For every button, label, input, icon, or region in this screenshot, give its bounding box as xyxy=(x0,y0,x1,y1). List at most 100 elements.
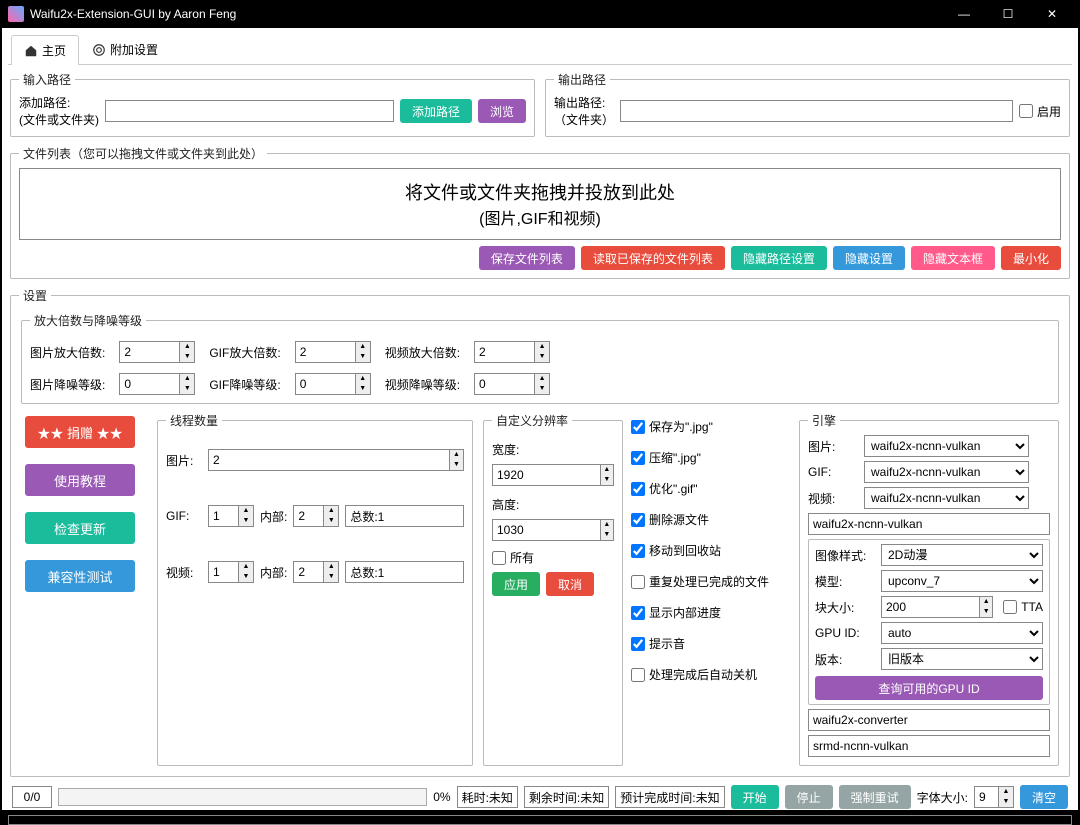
font-size-label: 字体大小: xyxy=(917,789,968,806)
vid-scale-spin[interactable]: ▲▼ xyxy=(474,341,550,363)
opt-shutdown-label: 处理完成后自动关机 xyxy=(649,666,757,683)
tutorial-button[interactable]: 使用教程 xyxy=(25,464,135,496)
eng-model-select[interactable]: upconv_7 xyxy=(881,570,1043,592)
threads-group: 线程数量 图片: ▲▼ GIF: ▲▼ 内部: ▲▼ 总数:1 视频: ▲▼ 内… xyxy=(157,412,473,766)
check-update-button[interactable]: 检查更新 xyxy=(25,512,135,544)
remain-box: 剩余时间:未知 xyxy=(524,786,609,808)
opt-optgif-checkbox[interactable] xyxy=(631,482,645,496)
start-button[interactable]: 开始 xyxy=(731,785,779,809)
opt-shutdown-checkbox[interactable] xyxy=(631,668,645,682)
eng-tile-spin[interactable]: ▲▼ xyxy=(881,596,993,618)
tab-extra[interactable]: 附加设置 xyxy=(79,34,171,64)
thread-vid-label: 视频: xyxy=(166,564,202,581)
opt-compjpg-checkbox[interactable] xyxy=(631,451,645,465)
thread-gif-spin[interactable]: ▲▼ xyxy=(208,505,254,527)
read-filelist-button[interactable]: 读取已保存的文件列表 xyxy=(581,246,725,270)
eng-style-label: 图像样式: xyxy=(815,547,875,564)
output-path-field[interactable] xyxy=(620,100,1013,122)
save-filelist-button[interactable]: 保存文件列表 xyxy=(479,246,575,270)
retry-button[interactable]: 强制重试 xyxy=(839,785,911,809)
input-path-group: 输入路径 添加路径: (文件或文件夹) 添加路径 浏览 xyxy=(10,71,535,137)
gear-icon xyxy=(92,43,106,57)
progress-bar xyxy=(58,788,427,806)
dropzone[interactable]: 将文件或文件夹拖拽并投放到此处 (图片,GIF和视频) xyxy=(19,168,1061,240)
gif-scale-spin[interactable]: ▲▼ xyxy=(295,341,371,363)
img-noise-spin[interactable]: ▲▼ xyxy=(119,373,195,395)
stop-button[interactable]: 停止 xyxy=(785,785,833,809)
minimize-button[interactable]: — xyxy=(952,2,976,26)
opt-recycle-label: 移动到回收站 xyxy=(649,542,721,559)
engine-group: 引擎 图片:waifu2x-ncnn-vulkan GIF:waifu2x-nc… xyxy=(799,412,1059,766)
donate-button[interactable]: ★★ 捐赠 ★★ xyxy=(25,416,135,448)
hide-settings-button[interactable]: 隐藏设置 xyxy=(833,246,905,270)
eng-img-select[interactable]: waifu2x-ncnn-vulkan xyxy=(864,435,1029,457)
info-textbox[interactable]: Waifu2x-Extension-GUI by Aaron Feng Vers… xyxy=(8,815,1072,825)
filelist-group: 文件列表（您可以拖拽文件或文件夹到此处） 将文件或文件夹拖拽并投放到此处 (图片… xyxy=(10,145,1070,279)
res-w-spin[interactable]: ▲▼ xyxy=(492,464,614,486)
enable-output-label: 启用 xyxy=(1037,103,1061,120)
thread-gif-inner-spin[interactable]: ▲▼ xyxy=(293,505,339,527)
eng-model-label: 模型: xyxy=(815,573,875,590)
eng-ver-select[interactable]: 旧版本 xyxy=(881,648,1043,670)
res-all-checkbox[interactable] xyxy=(492,551,506,565)
res-cancel-button[interactable]: 取消 xyxy=(546,572,594,596)
close-button[interactable]: ✕ xyxy=(1040,2,1064,26)
minimize-filelist-button[interactable]: 最小化 xyxy=(1001,246,1061,270)
hide-textbox-button[interactable]: 隐藏文本框 xyxy=(911,246,995,270)
thread-vid-spin[interactable]: ▲▼ xyxy=(208,561,254,583)
img-noise-label: 图片降噪等级: xyxy=(30,376,105,393)
tab-home-label: 主页 xyxy=(42,42,66,59)
clear-button[interactable]: 清空 xyxy=(1020,785,1068,809)
dropzone-line2: (图片,GIF和视频) xyxy=(20,205,1060,229)
eng-tta-checkbox[interactable] xyxy=(1003,600,1017,614)
hide-path-button[interactable]: 隐藏路径设置 xyxy=(731,246,827,270)
settings-group: 设置 放大倍数与降噪等级 图片放大倍数: ▲▼ GIF放大倍数: ▲▼ 视频放大… xyxy=(10,287,1070,777)
eng-style-select[interactable]: 2D动漫 xyxy=(881,544,1043,566)
threads-legend: 线程数量 xyxy=(166,412,222,429)
opt-compjpg-label: 压缩".jpg" xyxy=(649,449,701,466)
img-scale-spin[interactable]: ▲▼ xyxy=(119,341,195,363)
res-h-spin[interactable]: ▲▼ xyxy=(492,519,614,541)
input-path-field[interactable] xyxy=(105,100,394,122)
opt-delsrc-checkbox[interactable] xyxy=(631,513,645,527)
enable-output-checkbox[interactable] xyxy=(1019,104,1033,118)
res-apply-button[interactable]: 应用 xyxy=(492,572,540,596)
output-legend: 输出路径 xyxy=(554,71,610,88)
opt-redo-checkbox[interactable] xyxy=(631,575,645,589)
opt-savejpg-checkbox[interactable] xyxy=(631,420,645,434)
opt-delsrc-label: 删除源文件 xyxy=(649,511,709,528)
vid-noise-spin[interactable]: ▲▼ xyxy=(474,373,550,395)
resolution-group: 自定义分辨率 宽度: ▲▼ 高度: ▲▼ 所有 应用 取消 xyxy=(483,412,623,766)
font-size-spin[interactable]: ▲▼ xyxy=(974,786,1014,808)
opt-optgif-label: 优化".gif" xyxy=(649,480,698,497)
thread-vid-inner-spin[interactable]: ▲▼ xyxy=(293,561,339,583)
opt-sound-checkbox[interactable] xyxy=(631,637,645,651)
thread-img-spin[interactable]: ▲▼ xyxy=(208,449,464,471)
eng-gif-label: GIF: xyxy=(808,465,858,479)
maximize-button[interactable]: ☐ xyxy=(996,2,1020,26)
query-gpu-button[interactable]: 查询可用的GPU ID xyxy=(815,676,1043,700)
eng-vid-select[interactable]: waifu2x-ncnn-vulkan xyxy=(864,487,1029,509)
home-icon xyxy=(24,44,38,58)
gif-scale-label: GIF放大倍数: xyxy=(209,344,280,361)
settings-legend: 设置 xyxy=(19,287,51,304)
tab-extra-label: 附加设置 xyxy=(110,41,158,58)
eng-gpu-label: GPU ID: xyxy=(815,626,875,640)
browse-button[interactable]: 浏览 xyxy=(478,99,526,123)
opt-savejpg-label: 保存为".jpg" xyxy=(649,418,713,435)
tab-home[interactable]: 主页 xyxy=(11,35,79,65)
tab-bar: 主页 附加设置 xyxy=(8,34,1072,65)
opt-recycle-checkbox[interactable] xyxy=(631,544,645,558)
app-icon xyxy=(8,6,24,22)
gif-noise-spin[interactable]: ▲▼ xyxy=(295,373,371,395)
eng-tile-label: 块大小: xyxy=(815,599,875,616)
output-label: 输出路径: （文件夹） xyxy=(554,94,614,128)
opt-showprog-checkbox[interactable] xyxy=(631,606,645,620)
add-path-button[interactable]: 添加路径 xyxy=(400,99,472,123)
eng-gif-select[interactable]: waifu2x-ncnn-vulkan xyxy=(864,461,1029,483)
eng-gpu-select[interactable]: auto xyxy=(881,622,1043,644)
thread-vid-total: 总数:1 xyxy=(345,561,464,583)
eta-box: 预计完成时间:未知 xyxy=(615,786,724,808)
thread-gif-total: 总数:1 xyxy=(345,505,464,527)
compat-test-button[interactable]: 兼容性测试 xyxy=(25,560,135,592)
